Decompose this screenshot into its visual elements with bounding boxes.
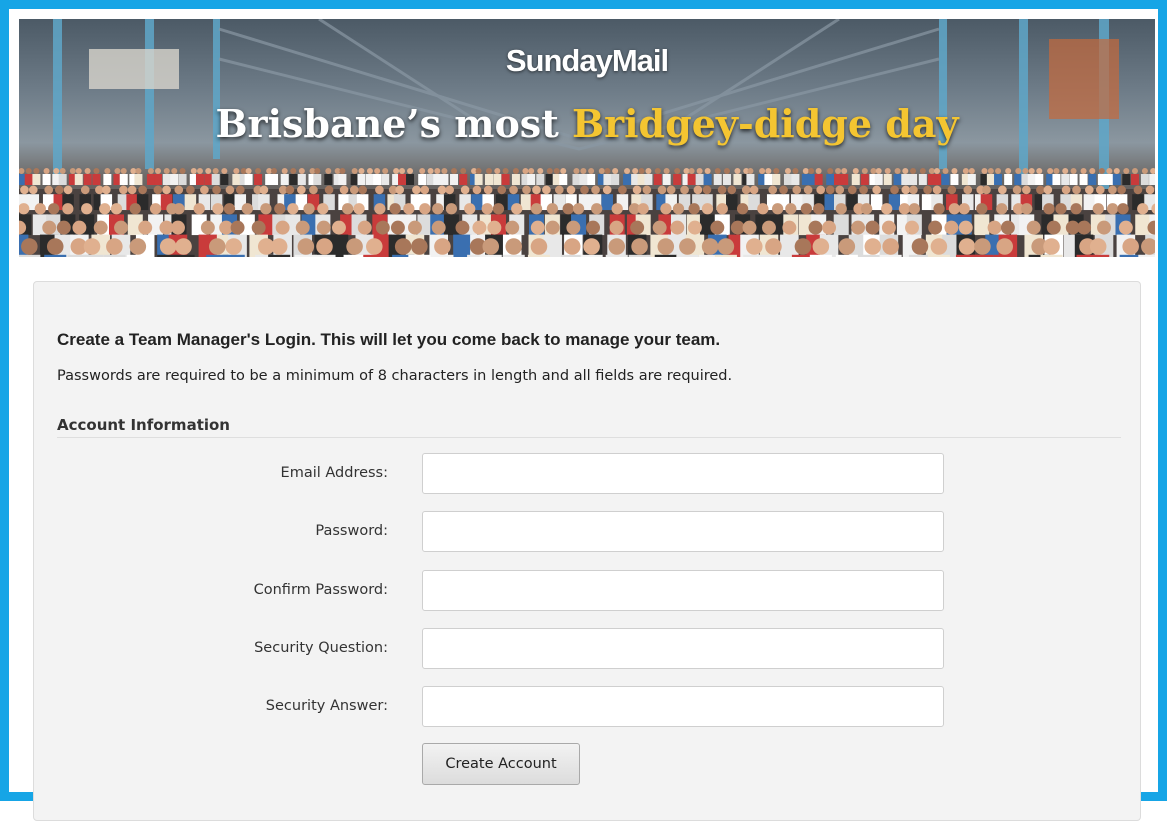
security-answer-field[interactable] [422, 686, 944, 727]
security-question-label: Security Question: [254, 640, 388, 656]
password-row: Password: [34, 511, 1142, 552]
security-answer-row: Security Answer: [34, 686, 1142, 727]
confirm-password-row: Confirm Password: [34, 570, 1142, 611]
event-banner: SundayMail Brisbane’s most Bridgey-didge… [19, 19, 1155, 257]
security-question-field[interactable] [422, 628, 944, 669]
account-information-heading: Account Information [57, 416, 1121, 438]
headline-text: Brisbane’s most [215, 101, 572, 146]
security-answer-label: Security Answer: [265, 698, 388, 714]
confirm-password-field[interactable] [422, 570, 944, 611]
confirm-password-label: Confirm Password: [253, 582, 388, 598]
form-intro-title: Create a Team Manager's Login. This will… [57, 330, 721, 349]
account-form-panel: Create a Team Manager's Login. This will… [33, 281, 1141, 821]
email-label: Email Address: [280, 465, 388, 481]
masthead-logo: SundayMail [505, 43, 669, 78]
banner-headline: Brisbane’s most Bridgey-didge day [19, 101, 1155, 146]
password-field[interactable] [422, 511, 944, 552]
email-field[interactable] [422, 453, 944, 494]
email-row: Email Address: [34, 453, 1142, 494]
password-label: Password: [315, 523, 388, 539]
create-account-button[interactable]: Create Account [422, 743, 580, 785]
security-question-row: Security Question: [34, 628, 1142, 669]
headline-accent-text: Bridgey-didge day [571, 101, 959, 146]
password-requirements-note: Passwords are required to be a minimum o… [57, 368, 733, 384]
